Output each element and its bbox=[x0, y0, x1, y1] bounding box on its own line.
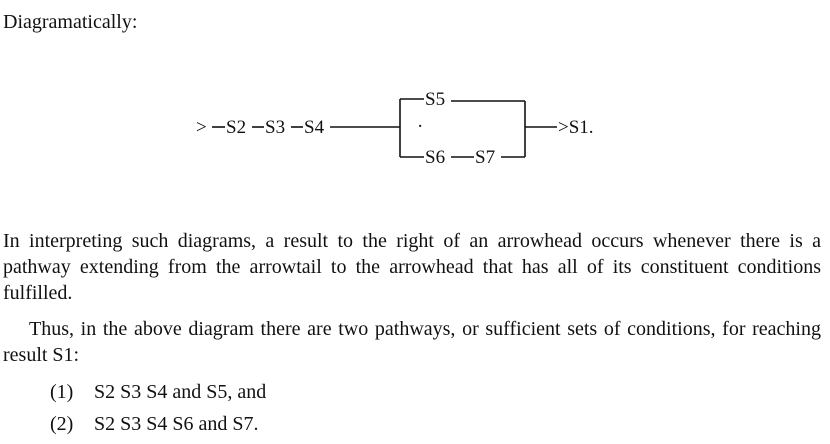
node-s3: S3 bbox=[265, 117, 285, 138]
item-text: S2 S3 S4 and S5, and bbox=[94, 381, 267, 403]
item-text: S2 S3 S4 S6 and S7. bbox=[94, 413, 259, 435]
node-s6: S6 bbox=[425, 147, 445, 168]
document-page: Diagramatically: > S2 S3 S4 S5 · S6 S7 >… bbox=[0, 0, 830, 444]
list-item: (1) S2 S3 S4 and S5, and bbox=[50, 376, 266, 408]
list-item: (2) S2 S3 S4 S6 and S7. bbox=[50, 408, 266, 440]
node-s2: S2 bbox=[226, 117, 246, 138]
item-number: (1) bbox=[50, 381, 74, 403]
interpretation-paragraph: In interpreting such diagrams, a result … bbox=[3, 230, 821, 304]
result-s1: >S1. bbox=[558, 117, 594, 138]
pathway-diagram: > S2 S3 S4 S5 · S6 S7 >S1. bbox=[196, 89, 594, 168]
pathways-paragraph: Thus, in the above diagram there are two… bbox=[3, 318, 821, 366]
node-s4: S4 bbox=[304, 117, 325, 138]
start-arrowhead: > bbox=[196, 117, 207, 138]
branch-dot: · bbox=[417, 116, 423, 137]
pathway-list: (1) S2 S3 S4 and S5, and (2) S2 S3 S4 S6 a… bbox=[50, 376, 266, 440]
item-number: (2) bbox=[50, 413, 74, 435]
node-s7: S7 bbox=[475, 147, 495, 168]
node-s5: S5 bbox=[425, 89, 445, 110]
